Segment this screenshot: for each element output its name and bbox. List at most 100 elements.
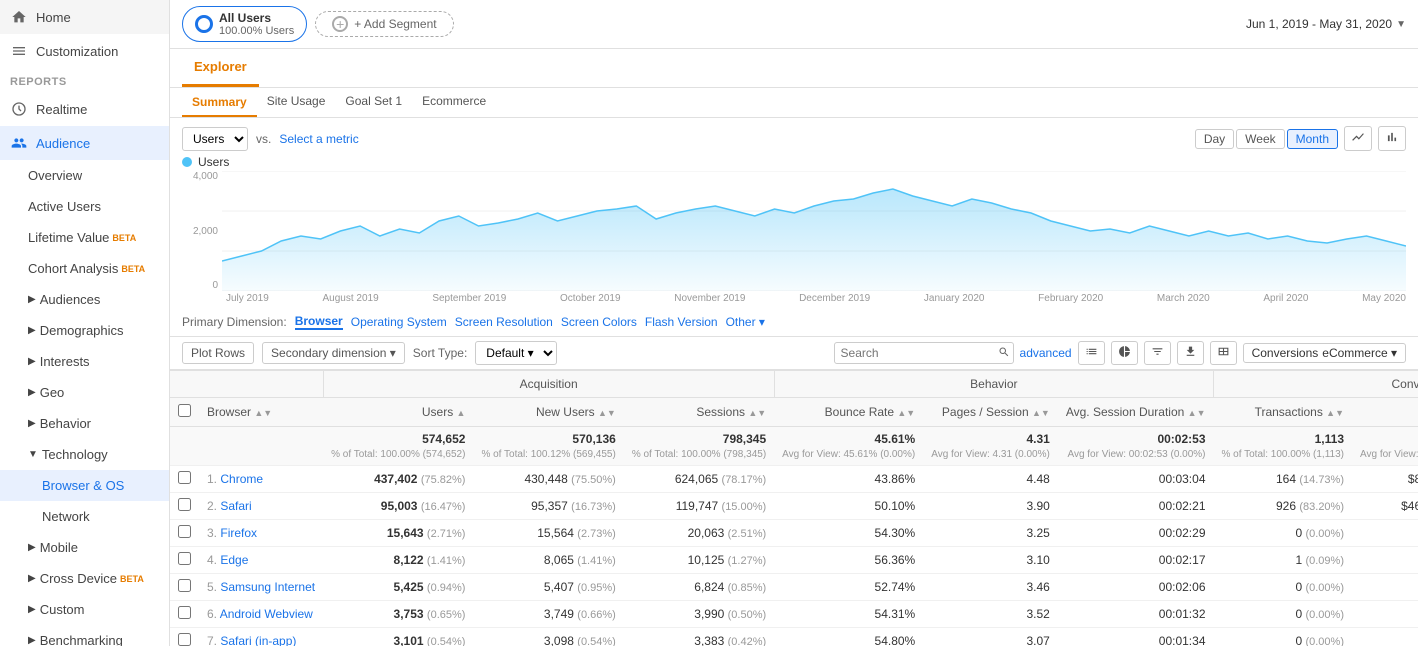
add-segment-circle: + bbox=[332, 16, 348, 32]
pie-chart-button[interactable] bbox=[1111, 341, 1138, 365]
bar-chart-button[interactable] bbox=[1378, 126, 1406, 151]
all-users-segment[interactable]: All Users 100.00% Users bbox=[182, 6, 307, 42]
week-button[interactable]: Week bbox=[1236, 129, 1284, 149]
row-checkbox-6[interactable] bbox=[178, 633, 191, 646]
row-avg-duration-cell: 00:01:32 bbox=[1058, 601, 1214, 628]
select-all-checkbox[interactable] bbox=[178, 404, 191, 417]
browser-col-header[interactable]: Browser ▲▼ bbox=[199, 398, 323, 427]
select-metric-link[interactable]: Select a metric bbox=[279, 132, 358, 146]
grid-button[interactable] bbox=[1210, 341, 1237, 365]
sidebar-item-demographics[interactable]: ▶ Demographics bbox=[0, 315, 169, 346]
row-checkbox-0[interactable] bbox=[178, 471, 191, 484]
dim-screen-res-link[interactable]: Screen Resolution bbox=[455, 315, 553, 329]
plot-rows-button[interactable]: Plot Rows bbox=[182, 342, 254, 364]
date-range[interactable]: Jun 1, 2019 - May 31, 2020 ▼ bbox=[1246, 17, 1406, 31]
browser-link[interactable]: Safari bbox=[220, 499, 251, 513]
day-button[interactable]: Day bbox=[1195, 129, 1234, 149]
row-bounce-rate-cell: 43.86% bbox=[774, 466, 923, 493]
table-view-button[interactable] bbox=[1078, 341, 1105, 365]
tab-site-usage[interactable]: Site Usage bbox=[257, 88, 336, 117]
row-new-users-pct: (2.73%) bbox=[577, 528, 616, 540]
add-segment-button[interactable]: + + Add Segment bbox=[315, 11, 453, 37]
totals-users-pct: % of Total: 100.00% (574,652) bbox=[331, 449, 465, 460]
search-input[interactable] bbox=[834, 342, 1014, 364]
table-toolbar: Plot Rows Secondary dimension ▾ Sort Typ… bbox=[170, 337, 1418, 370]
browser-link[interactable]: Android Webview bbox=[220, 607, 313, 621]
browser-link[interactable]: Safari (in-app) bbox=[220, 634, 296, 646]
row-checkbox-3[interactable] bbox=[178, 552, 191, 565]
sessions-col-header[interactable]: Sessions ▲▼ bbox=[624, 398, 774, 427]
browser-link[interactable]: Samsung Internet bbox=[220, 580, 315, 594]
sidebar-item-audiences[interactable]: ▶ Audiences bbox=[0, 284, 169, 315]
browser-link[interactable]: Edge bbox=[220, 553, 248, 567]
transactions-col-header[interactable]: Transactions ▲▼ bbox=[1214, 398, 1353, 427]
sidebar-technology-label: Technology bbox=[42, 447, 108, 462]
dim-browser-link[interactable]: Browser bbox=[295, 314, 343, 330]
sort-type-select[interactable]: Default ▾ bbox=[475, 341, 557, 365]
row-users: 15,643 bbox=[387, 526, 424, 540]
table-section: Primary Dimension: Browser Operating Sys… bbox=[170, 308, 1418, 646]
sidebar-item-behavior[interactable]: ▶ Behavior bbox=[0, 408, 169, 439]
dim-other-link[interactable]: Other ▾ bbox=[726, 315, 765, 329]
sidebar-item-cohort-analysis[interactable]: Cohort AnalysisBETA bbox=[0, 253, 169, 284]
row-users-cell: 8,122 (1.41%) bbox=[323, 547, 473, 574]
row-checkbox-1[interactable] bbox=[178, 498, 191, 511]
sidebar-item-active-users[interactable]: Active Users bbox=[0, 191, 169, 222]
funnel-button[interactable] bbox=[1144, 341, 1171, 365]
interests-collapse-icon: ▶ bbox=[28, 356, 36, 367]
sidebar-item-realtime[interactable]: Realtime bbox=[0, 92, 169, 126]
dim-os-link[interactable]: Operating System bbox=[351, 315, 447, 329]
sidebar-item-overview[interactable]: Overview bbox=[0, 160, 169, 191]
pages-session-col-header[interactable]: Pages / Session ▲▼ bbox=[923, 398, 1058, 427]
sidebar-item-home[interactable]: Home bbox=[0, 0, 169, 34]
conversions-toggle[interactable]: Conversions eCommerce ▾ bbox=[1243, 343, 1406, 363]
sidebar-item-interests[interactable]: ▶ Interests bbox=[0, 346, 169, 377]
tab-ecommerce[interactable]: Ecommerce bbox=[412, 88, 496, 117]
table-row: 2. Safari 95,003 (16.47%) 95,357 (16.73%… bbox=[170, 493, 1418, 520]
row-pages-session-cell: 3.46 bbox=[923, 574, 1058, 601]
secondary-dimension-button[interactable]: Secondary dimension ▾ bbox=[262, 342, 405, 364]
segment-name: All Users bbox=[219, 11, 294, 25]
browser-link[interactable]: Chrome bbox=[220, 472, 263, 486]
sidebar-item-technology[interactable]: ▼ Technology bbox=[0, 439, 169, 470]
line-chart-button[interactable] bbox=[1344, 126, 1372, 151]
sidebar-item-cross-device[interactable]: ▶ Cross DeviceBETA bbox=[0, 563, 169, 594]
row-num: 6. bbox=[207, 607, 217, 621]
dim-screen-colors-link[interactable]: Screen Colors bbox=[561, 315, 637, 329]
revenue-col-header[interactable]: Revenue ▲▼ bbox=[1352, 398, 1418, 427]
row-checkbox-5[interactable] bbox=[178, 606, 191, 619]
demographics-collapse-icon: ▶ bbox=[28, 325, 36, 336]
dim-flash-version-link[interactable]: Flash Version bbox=[645, 315, 718, 329]
sidebar-item-audience[interactable]: Audience bbox=[0, 126, 169, 160]
advanced-link[interactable]: advanced bbox=[1020, 346, 1072, 360]
row-checkbox-2[interactable] bbox=[178, 525, 191, 538]
browser-link[interactable]: Firefox bbox=[220, 526, 257, 540]
totals-sessions: 798,345 bbox=[723, 432, 766, 446]
users-col-header[interactable]: Users ▲ bbox=[323, 398, 473, 427]
tab-goal-set-1[interactable]: Goal Set 1 bbox=[335, 88, 412, 117]
month-button[interactable]: Month bbox=[1287, 129, 1338, 149]
bounce-rate-col-header[interactable]: Bounce Rate ▲▼ bbox=[774, 398, 923, 427]
search-icon-button[interactable] bbox=[998, 346, 1010, 361]
table-row: 7. Safari (in-app) 3,101 (0.54%) 3,098 (… bbox=[170, 628, 1418, 646]
x-label-7: February 2020 bbox=[1038, 293, 1103, 304]
sidebar-item-custom[interactable]: ▶ Custom bbox=[0, 594, 169, 625]
row-checkbox-4[interactable] bbox=[178, 579, 191, 592]
sidebar-item-network[interactable]: Network bbox=[0, 501, 169, 532]
metric-select[interactable]: Users bbox=[182, 127, 248, 151]
sidebar-item-mobile[interactable]: ▶ Mobile bbox=[0, 532, 169, 563]
download-button[interactable] bbox=[1177, 341, 1204, 365]
tab-summary[interactable]: Summary bbox=[182, 89, 257, 117]
row-num: 5. bbox=[207, 580, 217, 594]
tab-explorer[interactable]: Explorer bbox=[182, 49, 259, 87]
x-label-0: July 2019 bbox=[226, 293, 269, 304]
sidebar-item-browser-os[interactable]: Browser & OS bbox=[0, 470, 169, 501]
sidebar-item-benchmarking[interactable]: ▶ Benchmarking bbox=[0, 625, 169, 646]
sidebar-item-customization[interactable]: Customization bbox=[0, 34, 169, 68]
sidebar-item-lifetime-value[interactable]: Lifetime ValueBETA bbox=[0, 222, 169, 253]
totals-sessions-cell: 798,345 % of Total: 100.00% (798,345) bbox=[624, 427, 774, 466]
search-wrap bbox=[834, 342, 1014, 364]
new-users-col-header[interactable]: New Users ▲▼ bbox=[473, 398, 623, 427]
avg-duration-col-header[interactable]: Avg. Session Duration ▲▼ bbox=[1058, 398, 1214, 427]
sidebar-item-geo[interactable]: ▶ Geo bbox=[0, 377, 169, 408]
